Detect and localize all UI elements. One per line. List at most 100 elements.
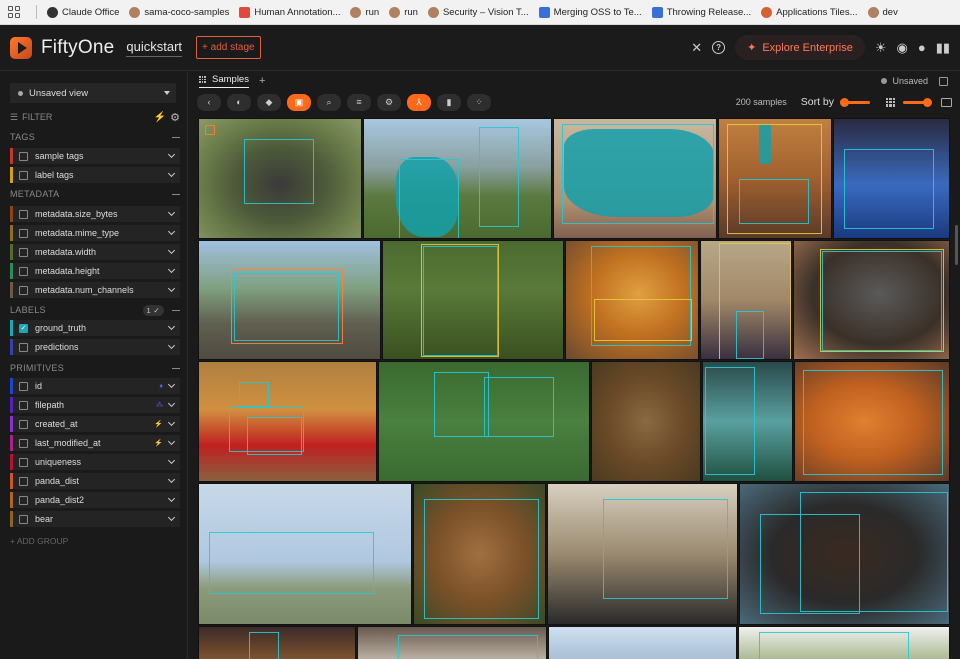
bookmark-item[interactable]: Security – Vision T... [427,6,529,18]
field-checkbox[interactable] [19,400,28,410]
chevron-down-icon[interactable] [167,227,176,236]
chevron-down-icon[interactable] [167,208,176,217]
group-header-primitives[interactable]: PRIMITIVES [10,361,180,375]
chevron-down-icon[interactable] [167,494,176,503]
grid-scrollbar[interactable] [955,225,958,265]
add-group-button[interactable]: + ADD GROUP [10,536,68,546]
chevron-down-icon[interactable] [167,418,176,427]
theme-toggle-icon[interactable]: ☀ [875,40,887,56]
sample-tile[interactable] [591,361,701,482]
bookmark-item[interactable]: sama-coco-samples [129,6,229,18]
settings-icon[interactable]: ⚙ [377,93,401,111]
field-checkbox[interactable] [19,209,28,219]
chevron-down-icon[interactable] [167,380,176,389]
field-row-metadata-mime-type[interactable]: metadata.mime_type [10,225,180,241]
field-row-label-tags[interactable]: label tags [10,167,180,183]
layout-toggle-icon[interactable]: ▮▮ [936,40,950,56]
chevron-down-icon[interactable] [167,475,176,484]
chevron-down-icon[interactable] [167,265,176,274]
bookmark-item[interactable]: Claude Office [47,6,119,18]
dataset-selector[interactable]: quickstart [126,39,183,57]
field-row-created-at[interactable]: created_at ⚡ [10,416,180,432]
collapse-icon[interactable] [172,367,180,369]
field-row-panda-dist2[interactable]: panda_dist2 [10,492,180,508]
chevron-down-icon[interactable] [167,150,176,159]
field-checkbox[interactable] [19,151,28,161]
chevron-down-icon[interactable] [167,322,176,331]
chevron-down-icon[interactable] [167,341,176,350]
tag-icon[interactable]: ◆ [257,93,281,111]
sample-tile[interactable] [382,240,564,360]
add-panel-button[interactable]: + [259,75,265,87]
tile-select-checkbox[interactable] [205,125,215,135]
field-row-uniqueness[interactable]: uniqueness [10,454,180,470]
field-row-predictions[interactable]: predictions [10,339,180,355]
field-checkbox[interactable] [19,419,28,429]
sidebar-settings-icon[interactable]: ⚙ [170,111,180,124]
color-scheme-icon[interactable]: ◐ [227,93,251,111]
bookmark-item[interactable]: Throwing Release... [651,6,751,18]
sample-tile[interactable] [363,118,552,239]
similarity-search-icon[interactable]: ⌕ [317,93,341,111]
field-checkbox[interactable] [19,247,28,257]
fullscreen-icon[interactable] [941,97,952,107]
bookmark-item[interactable]: Applications Tiles... [761,6,858,18]
embeddings-icon[interactable]: ⁘ [467,93,491,111]
field-row-metadata-height[interactable]: metadata.height [10,263,180,279]
slider-knob[interactable] [923,97,932,107]
sample-tile[interactable] [739,483,950,625]
field-row-metadata-size-bytes[interactable]: metadata.size_bytes [10,206,180,222]
bar-chart-icon[interactable]: ▮ [437,93,461,111]
field-row-id[interactable]: id ♦ [10,378,180,394]
chevron-down-icon[interactable] [167,169,176,178]
patches-icon[interactable]: ▣ [287,93,311,111]
field-checkbox[interactable] [19,381,28,391]
bookmark-item[interactable]: Merging OSS to Te... [538,6,642,18]
sample-tile[interactable] [700,240,792,360]
list-icon[interactable]: ≡ [347,93,371,111]
field-checkbox[interactable] [19,285,28,295]
sort-slider[interactable] [840,97,870,107]
lightning-mode-icon[interactable]: ⚡ [154,112,166,123]
group-header-labels[interactable]: LABELS 1 ✓ [10,303,180,317]
field-checkbox[interactable] [19,476,28,486]
chevron-down-icon[interactable] [167,399,176,408]
group-header-metadata[interactable]: METADATA [10,187,180,201]
collapse-icon[interactable] [172,136,180,138]
field-row-metadata-width[interactable]: metadata.width [10,244,180,260]
slider-knob[interactable] [840,97,849,107]
github-icon[interactable]: ● [918,40,926,55]
fiftyone-logo-icon[interactable] [10,36,32,59]
sample-tile[interactable] [413,483,546,625]
chevron-down-icon[interactable] [167,437,176,446]
discord-icon[interactable]: ◉ [896,40,907,56]
apps-grid-icon[interactable] [8,6,20,18]
sample-tile[interactable] [718,118,832,239]
sample-tile[interactable] [702,361,793,482]
explore-enterprise-button[interactable]: ✦ Explore Enterprise [735,35,865,60]
field-checkbox[interactable]: ✓ [19,323,28,333]
sample-tile[interactable] [738,626,950,659]
bookmark-item[interactable]: run [350,6,379,18]
sample-tile[interactable] [794,361,950,482]
field-checkbox[interactable] [19,228,28,238]
field-checkbox[interactable] [19,266,28,276]
chevron-down-icon[interactable] [167,284,176,293]
field-row-sample-tags[interactable]: sample tags [10,148,180,164]
view-select-dropdown[interactable]: Unsaved view [10,83,176,103]
tab-samples[interactable]: Samples [199,74,249,88]
sample-tile[interactable] [547,483,738,625]
field-row-ground-truth[interactable]: ✓ ground_truth [10,320,180,336]
field-row-last-modified-at[interactable]: last_modified_at ⚡ [10,435,180,451]
group-header-tags[interactable]: TAGS [10,130,180,144]
bookmark-item[interactable]: run [389,6,418,18]
add-stage-button[interactable]: + add stage [196,36,261,59]
collapse-icon[interactable] [172,193,180,195]
chevron-down-icon[interactable] [167,456,176,465]
sample-tile[interactable] [357,626,547,659]
sort-by-button[interactable]: Sort by [801,96,834,108]
field-checkbox[interactable] [19,457,28,467]
sample-tile[interactable] [833,118,950,239]
collapse-icon[interactable] [172,309,180,311]
field-row-metadata-num-channels[interactable]: metadata.num_channels [10,282,180,298]
